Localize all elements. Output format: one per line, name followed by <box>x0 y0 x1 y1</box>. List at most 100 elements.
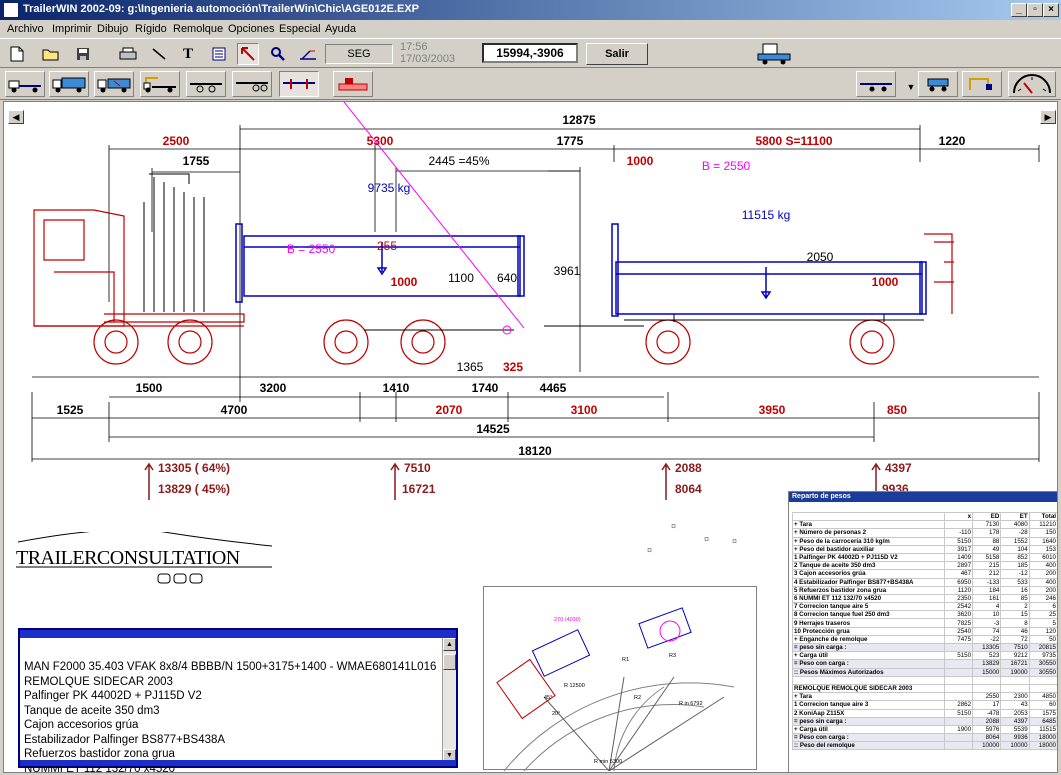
weights-icon[interactable] <box>333 71 373 97</box>
menu-remolque[interactable]: Remolque <box>173 23 223 35</box>
coupling-icon[interactable] <box>279 71 319 97</box>
menu-opciones[interactable]: Opciones <box>228 23 274 35</box>
crane-truck-icon[interactable] <box>140 71 180 97</box>
table-row: 2 KoniAap Z115X 5150 -478 2053 1575 <box>792 708 1057 718</box>
table-cell: 161 <box>972 593 1002 604</box>
table-cell: 5 <box>1028 618 1057 628</box>
table-row: 2 Tanque de aceite 350 dm3 2897 215 185 400 <box>792 561 1057 571</box>
save-icon[interactable] <box>72 43 94 65</box>
menu-dibujo[interactable]: Dibujo <box>97 23 128 35</box>
table-row: = Peso con carga : 13829 16721 30550 <box>792 659 1057 669</box>
dim-14525: 14525 <box>476 422 510 436</box>
text-tool-icon[interactable]: T <box>177 43 199 65</box>
svg-text:¤: ¤ <box>647 545 652 555</box>
description-scrollbar[interactable]: ▲ ▼ <box>442 638 456 762</box>
menu-rigido[interactable]: Rígido <box>135 23 167 35</box>
table-cell: 2542 <box>943 602 974 612</box>
table-cell: = Peso con carga : <box>792 659 945 669</box>
measure-icon[interactable] <box>297 43 319 65</box>
table-cell <box>943 520 974 530</box>
turn-a45: 45° <box>544 695 552 701</box>
menu-archivo[interactable]: Archivo <box>7 23 44 35</box>
b2550-body: B = 2550 <box>287 242 336 256</box>
table-cell: 30550 <box>1028 667 1057 677</box>
vehicle-description-panel: MAN F2000 35.403 VFAK 8x8/4 BBBB/N 1500+… <box>18 628 458 772</box>
svg-text:¤: ¤ <box>704 534 709 544</box>
table-cell: 1640 <box>1028 536 1057 546</box>
dim-5300: 5300 <box>367 134 394 148</box>
table-cell: 2053 <box>1000 708 1030 718</box>
salir-button[interactable]: Salir <box>586 43 648 65</box>
line-tool-icon[interactable] <box>148 43 170 65</box>
table-row: 7 Correcion tanque aire 5 2542 4 2 6 <box>792 602 1057 612</box>
menu-especial[interactable]: Especial <box>279 23 321 35</box>
table-cell: 46 <box>1000 626 1030 636</box>
open-folder-icon[interactable] <box>40 43 62 65</box>
table-cell: 6950 <box>943 577 974 587</box>
table-cell: 120 <box>1028 626 1057 636</box>
maximize-button[interactable]: ▫ <box>1027 3 1043 17</box>
table-row: + Número de personas 2 -110 178 -28 150 <box>792 528 1057 538</box>
window-title: TrailerWIN 2002-09: g:\Ingenieria automo… <box>23 3 420 15</box>
table-cell: 523 <box>972 651 1002 661</box>
description-line: Cajon accesorios grúa <box>24 719 139 731</box>
description-lines: MAN F2000 35.403 VFAK 8x8/4 BBBB/N 1500+… <box>24 660 442 772</box>
menu-ayuda[interactable]: Ayuda <box>325 23 356 35</box>
turn-r2: R2 <box>634 695 641 701</box>
crane-view-icon[interactable] <box>962 71 1002 97</box>
app-icon[interactable] <box>3 2 19 18</box>
table-row: :: Peso del remolque 10000 10000 18000 <box>792 741 1057 751</box>
main-toolbar: T SEG 17:56 17/03/2003 15994,-3906 Salir <box>0 38 1061 68</box>
seg-button[interactable]: SEG <box>325 44 393 64</box>
minimize-button[interactable]: _ <box>1011 3 1027 17</box>
table-row: + Peso de la carrocería 310 kg/m 5150 88 15… <box>792 536 1057 546</box>
date-text: 17/03/2003 <box>400 53 456 65</box>
pointer-tool-icon[interactable] <box>237 43 259 65</box>
table-cell: 7475 <box>943 634 974 645</box>
load-1-bottom: 13829 ( 45%) <box>158 482 230 496</box>
tractor-icon[interactable] <box>5 71 45 97</box>
close-button[interactable]: × <box>1043 3 1059 17</box>
print-icon[interactable] <box>117 43 139 65</box>
table-cell: 2 KoniAap Z115X <box>792 708 945 718</box>
table-cell: 533 <box>1000 577 1030 587</box>
menu-imprimir[interactable]: Imprimir <box>52 23 92 35</box>
semitrailer-icon[interactable] <box>232 71 272 97</box>
table-cell: 6010 <box>1028 552 1057 563</box>
table-cell: + Carga útil <box>792 724 945 735</box>
dim-850: 850 <box>887 403 907 417</box>
vehicle-toolbar: ▼ <box>0 68 1061 100</box>
axle-icon[interactable] <box>918 71 958 97</box>
load-arrows <box>144 462 881 500</box>
dim-1000b: 1000 <box>391 275 418 289</box>
gauge-icon[interactable] <box>1008 71 1056 97</box>
table-row: 1 Palfinger PK 44002D + PJ115D V2 1409 515… <box>792 552 1057 563</box>
scroll-thumb[interactable] <box>443 654 456 670</box>
table-cell: -28 <box>1000 528 1030 538</box>
scroll-up-icon[interactable]: ▲ <box>443 638 456 651</box>
dim-1740: 1740 <box>472 381 499 395</box>
new-file-icon[interactable] <box>6 43 28 65</box>
table-cell: 49 <box>972 544 1002 554</box>
frame-tool-icon[interactable] <box>208 43 230 65</box>
table-cell: 184 <box>972 585 1002 595</box>
dim-overall: 12875 <box>562 113 596 127</box>
truck-status-icon[interactable] <box>755 41 793 65</box>
table-cell: 4 Estabilizador Palfinger BS877+BS438A <box>792 577 945 587</box>
trailer-view-icon[interactable] <box>856 71 896 97</box>
zoom-icon[interactable] <box>267 43 289 65</box>
dim-2050: 2050 <box>807 250 834 264</box>
drawing-canvas[interactable]: ◀ ▶ 12875 2500 5300 1775 5800 S=11100 12… <box>3 101 1058 773</box>
truck-box-icon[interactable] <box>94 71 134 97</box>
truck-icon[interactable] <box>49 71 89 97</box>
table-cell: 6485 <box>1028 716 1057 726</box>
table-header: Total <box>1028 511 1057 522</box>
table-cell: 2550 <box>972 692 1002 702</box>
clock-display: 17:56 17/03/2003 <box>400 41 455 65</box>
table-cell: :: Pesos Máximos Autorizados <box>792 667 945 677</box>
table-cell: 5976 <box>972 724 1002 735</box>
coordinates-field[interactable]: 15994,-3906 <box>482 43 578 63</box>
trailer-icon[interactable] <box>186 71 226 97</box>
table-cell: 5150 <box>943 651 974 661</box>
dim-3950: 3950 <box>759 403 786 417</box>
